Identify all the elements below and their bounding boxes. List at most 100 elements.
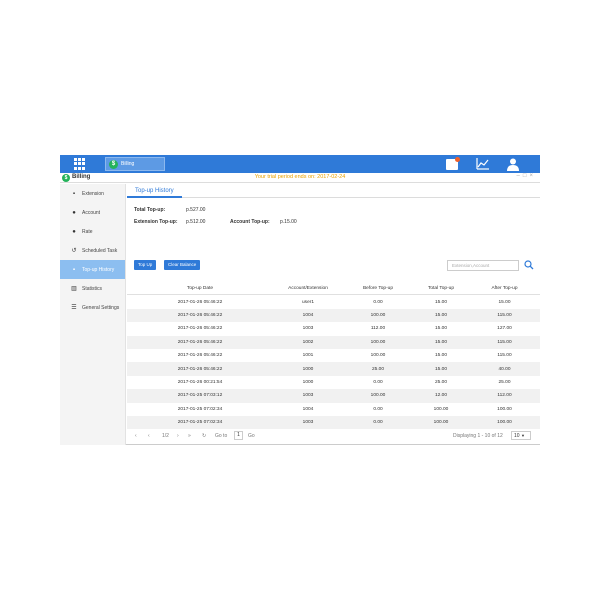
- table-cell: 15.00: [434, 366, 447, 372]
- close-icon[interactable]: ×: [529, 173, 536, 179]
- go-to-page-input[interactable]: 1: [234, 431, 243, 440]
- column-header[interactable]: After Top-up: [469, 286, 540, 291]
- table-cell: 2017-01-25 07:03:12: [177, 393, 223, 399]
- table-cell: 100.00: [433, 420, 449, 426]
- prev-page-icon[interactable]: ‹: [148, 431, 150, 441]
- topup-history-table: Top-up Date Account/Extension Before Top…: [127, 282, 540, 430]
- table-cell: 100.00: [370, 393, 386, 399]
- sidebar-item-extension[interactable]: ▪ Extension: [60, 184, 125, 203]
- table-cell: 1000: [302, 366, 314, 372]
- page-indicator: 1/2: [162, 433, 169, 439]
- table-row[interactable]: 2017-01-26 05:46:22 1004 100.00 15.00 115.00: [127, 308, 540, 323]
- billing-app: $ Billing $ Billing Your trial period en…: [60, 155, 540, 445]
- sidebar-item-label: Rate: [82, 228, 93, 235]
- page-size-value: 10: [514, 433, 520, 439]
- table-cell: 0.00: [373, 379, 383, 385]
- tab-bar: Top-up History: [127, 184, 540, 198]
- table-row[interactable]: 2017-01-25 07:03:12 1003 100.00 12.00 112.00: [127, 389, 540, 403]
- message-icon[interactable]: [446, 157, 460, 171]
- table-cell: 40.00: [498, 366, 511, 372]
- table-cell: 2017-01-26 05:46:22: [177, 339, 223, 345]
- sidebar-item-scheduled-task[interactable]: ↺ Scheduled Task: [60, 241, 125, 260]
- table-row[interactable]: 2017-01-26 05:46:22 user1 0.00 15.00 15.00: [127, 295, 540, 308]
- trial-notice: Your trial period ends on: 2017-02-24: [254, 174, 346, 180]
- table-cell: 2017-01-25 07:02:34: [177, 420, 223, 426]
- table-cell: 100.00: [433, 406, 449, 412]
- table-cell: 115.00: [497, 312, 512, 318]
- table-row[interactable]: 2017-01-25 07:02:34 1004 0.00 100.00 100.00: [127, 403, 540, 416]
- search-input[interactable]: Extension,Account: [447, 260, 519, 271]
- column-header[interactable]: Before Top-up: [343, 286, 413, 291]
- column-header[interactable]: Account/Extension: [273, 286, 343, 291]
- table-cell: 100.00: [370, 353, 386, 359]
- sidebar-item-label: Account: [82, 209, 101, 216]
- table-cell: 2017-01-26 05:46:22: [177, 366, 223, 372]
- go-button[interactable]: Go: [248, 431, 255, 441]
- page-size-select[interactable]: 10 ▼: [511, 431, 531, 440]
- line-chart-icon[interactable]: [476, 157, 490, 171]
- column-header[interactable]: Total Top-up: [413, 286, 469, 291]
- user-account-icon[interactable]: [506, 157, 520, 171]
- table-row[interactable]: 2017-01-26 00:21:54 1000 0.00 25.00 25.00: [127, 376, 540, 389]
- search-icon[interactable]: [524, 260, 534, 270]
- chevron-down-icon: ▼: [520, 433, 525, 438]
- sidebar-item-statistics[interactable]: ▥ Statistics: [60, 279, 125, 298]
- taskbar-app-tab-billing[interactable]: $ Billing: [105, 157, 165, 171]
- table-cell: 15.00: [434, 339, 447, 345]
- table-cell: 0.00: [373, 420, 383, 426]
- topup-icon: ▪: [72, 266, 76, 273]
- extension-icon: ▪: [72, 190, 76, 197]
- top-up-button[interactable]: Top Up: [134, 260, 157, 270]
- table-row[interactable]: 2017-01-26 05:46:22 1002 100.00 15.00 115.00: [127, 335, 540, 349]
- table-cell: user1: [302, 299, 314, 305]
- taskbar-right-icons: [446, 157, 520, 171]
- table-header: Top-up Date Account/Extension Before Top…: [127, 282, 540, 296]
- main-content: Top-up History Total Top-up: p.527.00 Ex…: [127, 184, 540, 445]
- table-body: 2017-01-26 05:46:22 user1 0.00 15.00 15.00 20…: [127, 295, 540, 430]
- sidebar-item-account[interactable]: ● Account: [60, 203, 125, 222]
- table-cell: 2017-01-26 05:46:22: [177, 326, 223, 332]
- table-cell: 115.00: [497, 353, 512, 359]
- pagination: ‹ ‹ 1/2 › » ↻ Go to 1 Go Displaying 1 - …: [135, 431, 535, 441]
- sidebar-item-topup-history[interactable]: ▪ Top-up History: [60, 260, 125, 279]
- next-page-icon[interactable]: ›: [177, 431, 179, 441]
- table-cell: 2017-01-26 05:46:22: [177, 353, 223, 359]
- table-cell: 100.00: [497, 420, 512, 426]
- refresh-icon[interactable]: ↻: [202, 431, 206, 441]
- table-cell: 12.00: [434, 393, 447, 399]
- table-row[interactable]: 2017-01-25 07:02:34 1003 0.00 100.00 100.00: [127, 415, 540, 430]
- table-cell: 2017-01-26 05:46:22: [177, 299, 223, 305]
- table-cell: 0.00: [373, 299, 383, 305]
- table-cell: 1004: [302, 312, 314, 318]
- sidebar-item-label: General Settings: [82, 304, 120, 311]
- clear-balance-button[interactable]: Clear Balance: [164, 260, 201, 270]
- first-page-icon[interactable]: ‹: [135, 431, 137, 441]
- window-titlebar: $ Billing Your trial period ends on: 201…: [60, 173, 540, 183]
- sidebar-item-general-settings[interactable]: ☰ General Settings: [60, 298, 125, 317]
- table-row[interactable]: 2017-01-26 05:46:22 1003 112.00 15.00 127.00: [127, 322, 540, 335]
- table-row[interactable]: 2017-01-26 05:46:22 1001 100.00 15.00 115.00: [127, 349, 540, 362]
- table-cell: 1004: [302, 406, 314, 412]
- total-topup-label: Total Top-up:: [134, 207, 166, 213]
- app-grid-icon[interactable]: [74, 158, 86, 170]
- table-cell: 115.00: [497, 339, 512, 345]
- table-cell: 127.00: [497, 326, 512, 332]
- total-topup-value: p.527.00: [186, 207, 206, 213]
- sidebar-item-label: Scheduled Task: [82, 247, 118, 254]
- last-page-icon[interactable]: »: [188, 431, 191, 441]
- taskbar: $ Billing: [60, 155, 540, 173]
- extension-topup-value: p.512.00: [186, 219, 206, 225]
- go-to-label: Go to: [215, 433, 228, 439]
- table-cell: 15.00: [434, 326, 447, 332]
- table-cell: 1003: [302, 326, 314, 332]
- table-cell: 1002: [302, 339, 314, 345]
- history-icon: ↺: [71, 248, 77, 254]
- column-header[interactable]: Top-up Date: [127, 286, 273, 291]
- table-row[interactable]: 2017-01-26 05:46:22 1000 25.00 15.00 40.00: [127, 362, 540, 376]
- account-topup-value: p.15.00: [280, 219, 297, 225]
- table-cell: 15.00: [434, 299, 447, 305]
- topup-summary: Total Top-up: p.527.00 Extension Top-up:…: [134, 204, 297, 228]
- tab-topup-history[interactable]: Top-up History: [127, 184, 182, 198]
- table-cell: 100.00: [370, 339, 386, 345]
- sidebar-item-rate[interactable]: ● Rate: [60, 222, 125, 241]
